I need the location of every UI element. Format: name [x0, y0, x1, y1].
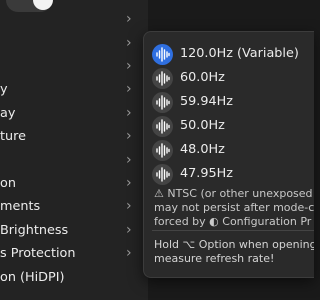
warning-line: forced by ◐ Configuration Pr: [154, 215, 312, 228]
refresh-rate-label: 47.95Hz: [180, 166, 233, 181]
chevron-right-icon: ›: [126, 222, 132, 238]
chevron-right-icon: ›: [126, 35, 132, 51]
chevron-right-icon: ›: [126, 152, 132, 168]
left-menu-item-label: on: [0, 176, 16, 191]
hint-line: Hold ⌥ Option when opening: [154, 238, 314, 251]
left-menu-item[interactable]: ments ›: [0, 195, 148, 218]
left-menu-item-label: ay: [0, 106, 16, 121]
refresh-rate-submenu: 120.0Hz (Variable) 60.0Hz 59.94Hz 50.0Hz 48.…: [143, 31, 314, 278]
left-menu-item-label: on (HiDPI): [0, 270, 65, 285]
left-menu-item-label: s Protection: [0, 246, 76, 261]
left-menu-item-label: Brightness: [0, 223, 69, 238]
chevron-right-icon: ›: [126, 11, 132, 27]
display-menu: › › › y › ay › ture › › on › ments › Brightness › s Prot…: [0, 0, 148, 300]
refresh-rate-option[interactable]: 120.0Hz (Variable): [144, 42, 314, 66]
waveform-icon: [152, 92, 173, 113]
warning-line: ⚠ NTSC (or other unexposed: [154, 187, 313, 200]
chevron-right-icon: ›: [126, 81, 132, 97]
chevron-right-icon: ›: [126, 105, 132, 121]
chevron-right-icon: ›: [126, 245, 132, 261]
option-key-hint: Hold ⌥ Option when opening measure refre…: [154, 238, 314, 266]
chevron-right-icon: ›: [126, 128, 132, 144]
left-menu-item[interactable]: on ›: [0, 172, 148, 195]
refresh-rate-option[interactable]: 47.95Hz: [144, 162, 314, 186]
chevron-right-icon: ›: [126, 58, 132, 74]
left-menu-item[interactable]: ture ›: [0, 125, 148, 148]
refresh-rate-option[interactable]: 48.0Hz: [144, 138, 314, 162]
ntsc-warning: ⚠ NTSC (or other unexposed may not persi…: [154, 187, 314, 229]
refresh-rate-label: 59.94Hz: [180, 94, 233, 109]
refresh-rate-option[interactable]: 59.94Hz: [144, 90, 314, 114]
waveform-icon: [152, 44, 173, 65]
left-menu-item[interactable]: ›: [0, 32, 148, 55]
left-menu-item[interactable]: ay ›: [0, 102, 148, 125]
left-menu-item[interactable]: ›: [0, 55, 148, 78]
menu-divider: [152, 230, 314, 231]
left-menu-item-label: ments: [0, 199, 41, 214]
chevron-right-icon: ›: [126, 198, 132, 214]
hint-line: measure refresh rate!: [154, 252, 275, 265]
waveform-icon: [152, 164, 173, 185]
refresh-rate-option[interactable]: 60.0Hz: [144, 66, 314, 90]
refresh-rate-label: 60.0Hz: [180, 70, 225, 85]
left-menu-item[interactable]: ›: [0, 8, 148, 31]
refresh-rate-option[interactable]: 50.0Hz: [144, 114, 314, 138]
left-menu-item[interactable]: y ›: [0, 78, 148, 101]
refresh-rate-label: 50.0Hz: [180, 118, 225, 133]
waveform-icon: [152, 116, 173, 137]
left-menu-item-label: y: [0, 82, 8, 97]
left-menu-item[interactable]: Brightness ›: [0, 219, 148, 242]
left-menu-item[interactable]: s Protection ›: [0, 242, 148, 265]
left-menu-item[interactable]: on (HiDPI): [0, 266, 148, 289]
refresh-rate-label: 48.0Hz: [180, 142, 225, 157]
warning-line: may not persist after mode-c: [154, 201, 314, 214]
left-menu-item-label: ture: [0, 129, 26, 144]
waveform-icon: [152, 68, 173, 89]
refresh-rate-label: 120.0Hz (Variable): [180, 46, 299, 61]
left-menu-item[interactable]: ›: [0, 149, 148, 172]
chevron-right-icon: ›: [126, 175, 132, 191]
waveform-icon: [152, 140, 173, 161]
